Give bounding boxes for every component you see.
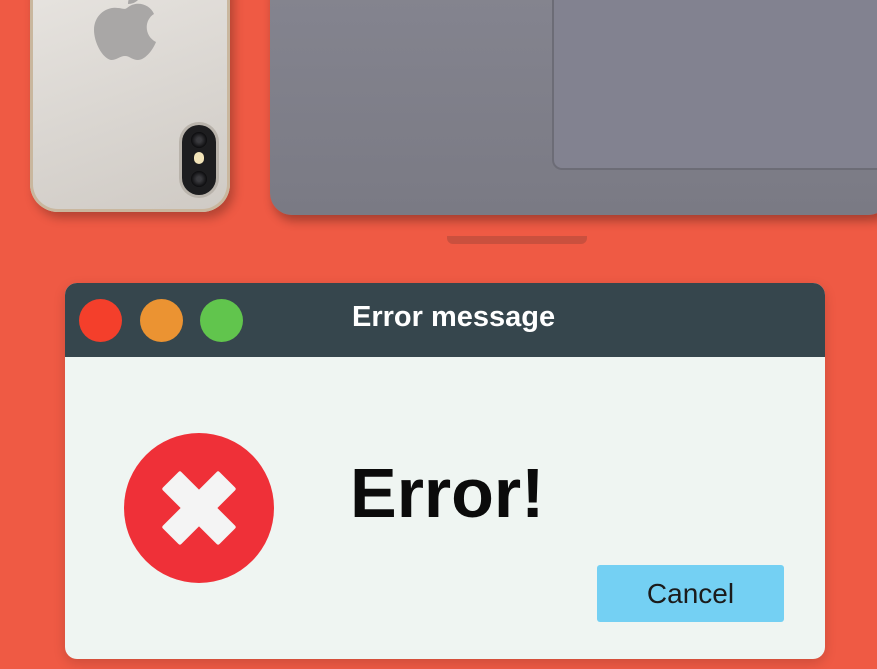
camera-module <box>182 125 216 195</box>
close-x-circle-icon <box>124 433 274 583</box>
laptop <box>270 0 877 215</box>
smartphone <box>30 0 230 212</box>
close-window-button[interactable] <box>79 299 122 342</box>
x-mark-icon <box>162 471 236 545</box>
camera-lens <box>191 171 207 187</box>
laptop-notch <box>447 236 587 244</box>
cancel-button[interactable]: Cancel <box>597 565 784 622</box>
error-dialog: Error message Error! Cancel <box>65 283 825 659</box>
error-heading: Error! <box>350 454 545 532</box>
apple-logo-icon <box>94 0 156 61</box>
maximize-window-button[interactable] <box>200 299 243 342</box>
window-title: Error message <box>352 301 556 333</box>
title-bar: Error message <box>65 283 825 357</box>
trackpad <box>552 0 877 170</box>
minimize-window-button[interactable] <box>140 299 183 342</box>
camera-flash <box>194 152 204 164</box>
camera-lens <box>191 132 207 148</box>
